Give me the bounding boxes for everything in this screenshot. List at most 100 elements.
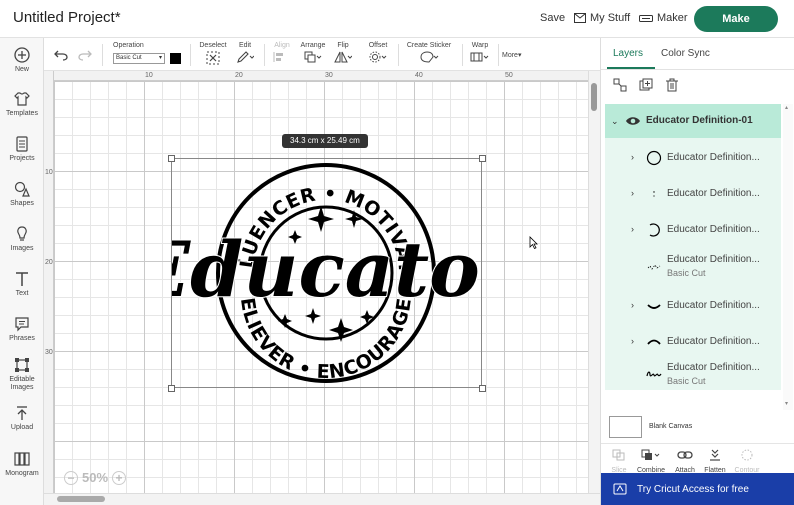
blank-canvas-swatch[interactable] — [609, 416, 642, 438]
resize-handle[interactable] — [479, 385, 486, 392]
zoom-control: − 50% + — [64, 470, 127, 485]
vertical-scroll-thumb[interactable] — [591, 83, 597, 111]
combine-button[interactable]: Combine — [635, 448, 667, 474]
cricut-access-icon — [613, 483, 627, 495]
chevron-right-icon[interactable]: › — [631, 188, 634, 198]
attach-button[interactable]: Attach — [669, 448, 701, 474]
layer-row[interactable]: › Educator Definition... — [605, 140, 781, 176]
resize-handle[interactable] — [479, 155, 486, 162]
deselect-tool[interactable]: Deselect — [198, 42, 228, 65]
sidebar-item-shapes[interactable]: Shapes — [0, 180, 44, 208]
horizontal-scroll-thumb[interactable] — [57, 496, 105, 502]
chevron-right-icon[interactable]: › — [631, 224, 634, 234]
operation-color-swatch[interactable] — [170, 53, 181, 64]
selection-box[interactable] — [171, 158, 482, 388]
sidebar-item-upload[interactable]: Upload — [0, 404, 44, 432]
chevron-right-icon[interactable]: › — [631, 300, 634, 310]
layer-subtitle: Basic Cut — [667, 268, 706, 278]
sidebar-item-phrases[interactable]: Phrases — [0, 315, 44, 343]
combine-icon — [641, 449, 660, 460]
machine-icon — [639, 15, 653, 22]
layer-row[interactable]: Educator Definition... Basic Cut — [605, 360, 781, 390]
duplicate-icon[interactable] — [639, 78, 653, 92]
projects-icon — [16, 136, 28, 152]
canvas-horizontal-scrollbar[interactable] — [44, 493, 600, 505]
layer-subtitle: Basic Cut — [667, 376, 706, 386]
redo-icon[interactable] — [78, 49, 92, 61]
my-stuff-button[interactable]: My Stuff — [574, 12, 630, 24]
layer-thumbnail — [653, 191, 655, 197]
layer-row[interactable]: › Educator Definition... — [605, 288, 781, 324]
create-sticker-tool[interactable]: Create Sticker — [404, 42, 454, 63]
arrange-icon — [304, 51, 322, 63]
ruler-mark: 20 — [45, 259, 53, 266]
scroll-down-icon[interactable]: ▾ — [785, 400, 788, 407]
resize-handle[interactable] — [168, 385, 175, 392]
sidebar-item-new[interactable]: New — [0, 46, 44, 74]
sidebar-label: Images — [10, 245, 34, 252]
layer-row[interactable]: › Educator Definition... — [605, 212, 781, 248]
undo-icon[interactable] — [54, 49, 68, 61]
sidebar-item-editable-images[interactable]: Editable Images — [0, 356, 44, 392]
zoom-in-button[interactable]: + — [112, 470, 127, 485]
layer-row[interactable]: Educator Definition... Basic Cut — [605, 248, 781, 288]
layer-name: Educator Definition... — [667, 254, 760, 265]
zoom-out-button[interactable]: − — [64, 470, 78, 485]
more-text: More — [502, 52, 518, 59]
group-icon[interactable] — [613, 78, 627, 92]
chevron-right-icon[interactable]: › — [631, 152, 634, 162]
right-panel: Layers Color Sync ⌄ Educator Definition-… — [600, 38, 794, 505]
ruler-mark: 20 — [235, 72, 243, 79]
arrange-tool[interactable]: Arrange — [298, 42, 328, 63]
ruler-mark: 10 — [145, 72, 153, 79]
my-stuff-label: My Stuff — [590, 12, 631, 24]
resize-handle[interactable] — [168, 155, 175, 162]
chevron-right-icon[interactable]: › — [631, 336, 634, 346]
layer-row[interactable]: › Educator Definition... — [605, 324, 781, 360]
layer-row[interactable]: › Educator Definition... — [605, 176, 781, 212]
deselect-label: Deselect — [199, 42, 227, 49]
align-tool[interactable]: Align — [270, 42, 294, 63]
sidebar-item-text[interactable]: Text — [0, 270, 44, 298]
sidebar-label: New — [14, 66, 29, 73]
flatten-button[interactable]: Flatten — [699, 448, 731, 474]
offset-tool[interactable]: Offset — [366, 42, 390, 63]
project-title[interactable]: Untitled Project* — [13, 9, 121, 26]
cricut-access-banner[interactable]: Try Cricut Access for free — [601, 473, 794, 505]
create-sticker-label: Create Sticker — [406, 42, 452, 49]
contour-button[interactable]: Contour — [731, 448, 763, 474]
chevron-down-icon: ▾ — [158, 55, 162, 61]
operation-select[interactable]: Basic Cut ▾ — [113, 53, 165, 64]
sidebar-item-monogram[interactable]: Monogram — [0, 450, 44, 478]
sidebar-label: Phrases — [9, 335, 35, 342]
sidebar-item-projects[interactable]: Projects — [0, 135, 44, 163]
sidebar-item-images[interactable]: Images — [0, 225, 44, 253]
edit-label: Edit — [238, 42, 252, 49]
tab-color-sync[interactable]: Color Sync — [661, 48, 710, 59]
layer-group-row[interactable]: ⌄ Educator Definition-01 — [605, 104, 781, 138]
warp-tool[interactable]: Warp — [468, 42, 492, 63]
sidebar-item-templates[interactable]: Templates — [0, 90, 44, 118]
eye-icon[interactable] — [625, 114, 641, 128]
make-button[interactable]: Make — [694, 6, 778, 32]
edit-tool[interactable]: Edit — [234, 42, 256, 63]
slice-button[interactable]: Slice — [603, 448, 635, 474]
layer-group-name: Educator Definition-01 — [646, 115, 753, 126]
sidebar-label: Shapes — [10, 200, 34, 207]
save-button[interactable]: Save — [540, 12, 565, 24]
warp-label: Warp — [471, 42, 489, 49]
canvas-vertical-scrollbar[interactable] — [588, 71, 600, 493]
flip-tool[interactable]: Flip — [332, 42, 354, 63]
layers-scrollbar[interactable]: ▴ ▾ — [783, 104, 793, 410]
more-tool[interactable]: More▾ — [502, 51, 521, 59]
maker-button[interactable]: Maker — [639, 12, 688, 24]
chevron-down-icon[interactable]: ⌄ — [611, 116, 619, 127]
tab-layers[interactable]: Layers — [613, 48, 643, 59]
save-label: Save — [540, 12, 566, 24]
trash-icon[interactable] — [665, 78, 679, 92]
contour-icon — [741, 449, 753, 461]
scroll-up-icon[interactable]: ▴ — [785, 104, 788, 111]
lightbulb-icon — [17, 226, 27, 241]
deselect-icon — [206, 51, 220, 65]
left-sidebar: New Templates Projects Shapes Images Tex… — [0, 38, 44, 505]
